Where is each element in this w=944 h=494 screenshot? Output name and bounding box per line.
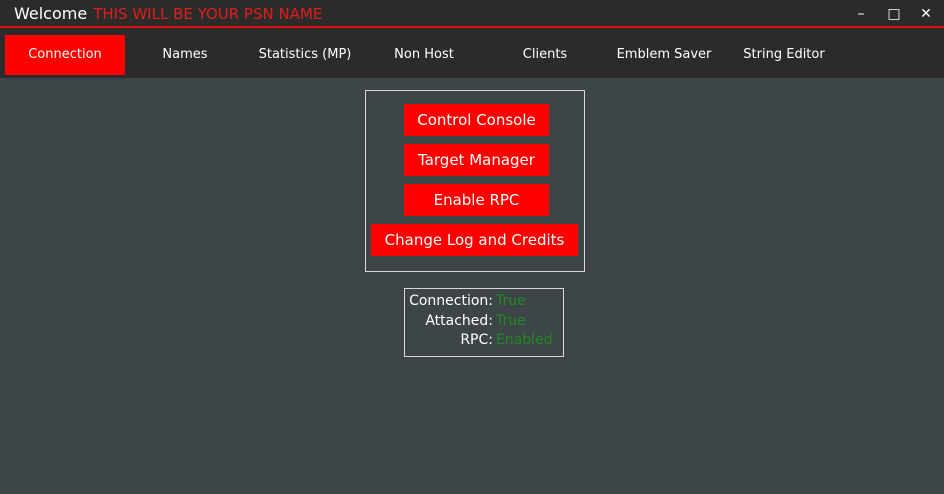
- maximize-button[interactable]: □: [880, 2, 908, 26]
- minimize-icon: –: [857, 6, 865, 22]
- minimize-button[interactable]: –: [847, 2, 875, 26]
- tab-emblem-saver[interactable]: Emblem Saver: [604, 35, 724, 75]
- status-row-connection: Connection: True: [405, 292, 563, 312]
- tab-statistics-mp[interactable]: Statistics (MP): [245, 35, 365, 75]
- close-icon: ✕: [920, 6, 932, 22]
- psn-name: THIS WILL BE YOUR PSN NAME: [93, 5, 323, 23]
- maximize-icon: □: [887, 6, 901, 22]
- actions-panel: Control Console Target Manager Enable RP…: [365, 90, 585, 272]
- change-log-credits-button[interactable]: Change Log and Credits: [371, 224, 578, 256]
- status-row-rpc: RPC: Enabled: [405, 331, 563, 351]
- close-button[interactable]: ✕: [912, 2, 940, 26]
- attached-value: True: [496, 312, 526, 329]
- tab-connection[interactable]: Connection: [5, 35, 125, 75]
- tab-non-host[interactable]: Non Host: [364, 35, 484, 75]
- tab-bar: Connection Names Statistics (MP) Non Hos…: [0, 28, 944, 78]
- rpc-label: RPC:: [460, 332, 493, 348]
- connection-label: Connection:: [409, 293, 493, 309]
- enable-rpc-button[interactable]: Enable RPC: [404, 184, 549, 216]
- rpc-value: Enabled: [496, 332, 553, 348]
- tab-clients[interactable]: Clients: [485, 35, 605, 75]
- title-bar: Welcome THIS WILL BE YOUR PSN NAME – □ ✕: [0, 0, 944, 28]
- status-panel: Connection: True Attached: True RPC: Ena…: [404, 288, 564, 357]
- connection-value: True: [496, 293, 526, 309]
- attached-label: Attached:: [425, 312, 493, 329]
- target-manager-button[interactable]: Target Manager: [404, 144, 549, 176]
- window-title: Welcome THIS WILL BE YOUR PSN NAME: [14, 4, 322, 24]
- tab-names[interactable]: Names: [125, 35, 245, 75]
- window-title-text: Welcome: [14, 4, 88, 23]
- status-row-attached: Attached: True: [405, 312, 563, 332]
- control-console-button[interactable]: Control Console: [404, 104, 549, 136]
- tab-string-editor[interactable]: String Editor: [724, 35, 844, 75]
